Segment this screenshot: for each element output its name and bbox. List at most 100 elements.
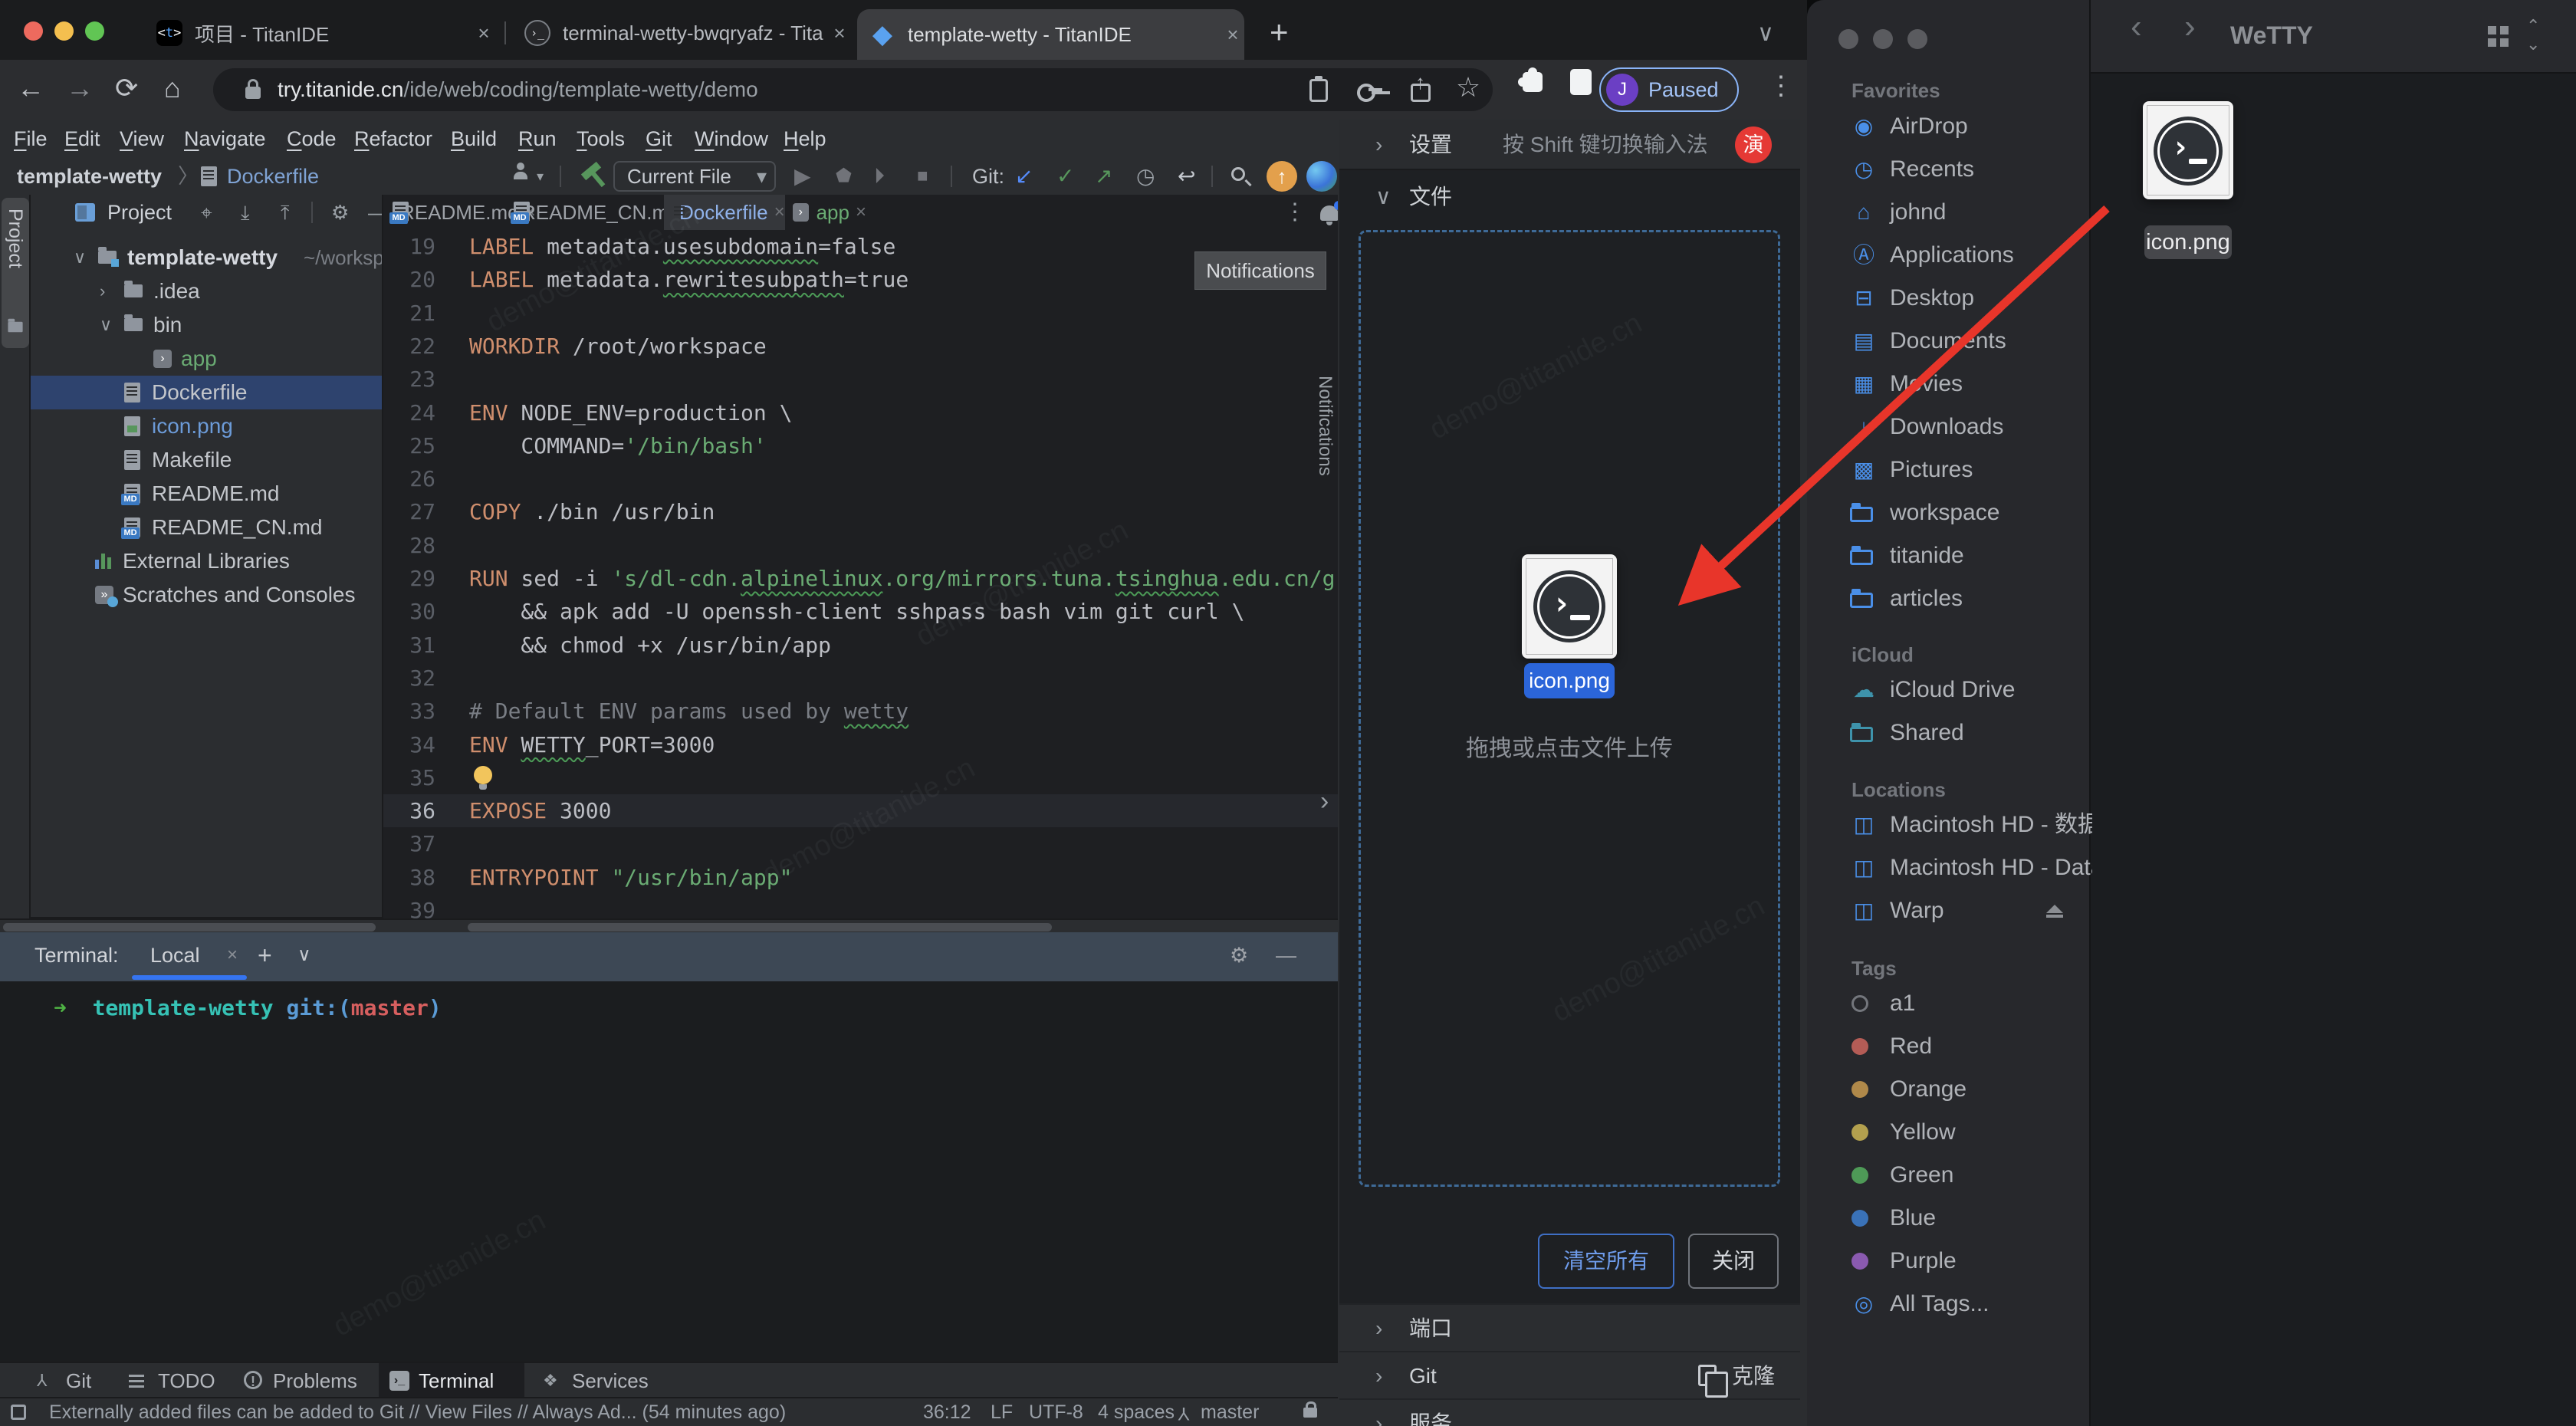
tool-window-button-services[interactable]: ❖Services [532, 1363, 670, 1398]
editor-hscrollbar[interactable] [468, 923, 1052, 932]
code-line-33[interactable]: 33# Default ENV params used by wetty [383, 695, 1338, 728]
history-clock-icon[interactable]: ◷ [1136, 158, 1155, 195]
terminal-dropdown-chevron-icon[interactable]: ∨ [297, 932, 311, 978]
code-line-22[interactable]: 22WORKDIR /root/workspace [383, 330, 1338, 363]
tab-close-icon[interactable]: × [856, 202, 866, 223]
sidebar-item-macintosh-hd-数据[interactable]: ◫Macintosh HD - 数据 [1807, 808, 2089, 842]
code-line-23[interactable]: 23 [383, 363, 1338, 396]
editor-tab-readme-md[interactable]: MDREADME.md× [385, 195, 506, 230]
code-line-26[interactable]: 26 [383, 462, 1338, 495]
git-commit-check-icon[interactable]: ✓ [1056, 158, 1074, 195]
share-icon[interactable] [1411, 84, 1431, 102]
sidebar-item-macintosh-hd-data[interactable]: ◫Macintosh HD - Data [1807, 851, 2089, 885]
tree-item-template-wetty[interactable]: ∨template-wetty ~/workspace [31, 241, 382, 274]
editor-options-kebab-icon[interactable]: ⋮ [1283, 195, 1306, 230]
finder-zoom-button[interactable] [1907, 29, 1927, 49]
menu-item-navigate[interactable]: Navigate [184, 120, 266, 158]
menu-item-file[interactable]: File [14, 120, 48, 158]
password-key-icon[interactable] [1357, 77, 1383, 104]
finder-file-name[interactable]: icon.png [2144, 225, 2232, 259]
browser-tab-3[interactable]: ◆template-wetty - TitanIDE× [857, 9, 1244, 60]
indent-setting[interactable]: 4 spaces [1098, 1398, 1175, 1426]
tree-item-dockerfile[interactable]: Dockerfile [31, 376, 382, 409]
terminal-output[interactable]: ➜ template-wetty git:(master) [0, 981, 1338, 1362]
tree-item-makefile[interactable]: Makefile [31, 443, 382, 477]
minimize-window-button[interactable] [54, 21, 74, 41]
finder-minimize-button[interactable] [1873, 29, 1893, 49]
demo-badge[interactable]: 演 [1735, 127, 1772, 163]
sidebar-item-movies[interactable]: ▦Movies [1807, 367, 2089, 401]
menu-item-build[interactable]: Build [451, 120, 497, 158]
uploaded-file-thumbnail[interactable]: › [1522, 554, 1617, 659]
stop-icon[interactable]: ■ [917, 158, 928, 195]
tree-item-readme-md[interactable]: MDREADME.md [31, 477, 382, 511]
ide-gradient-icon[interactable] [1306, 161, 1337, 192]
code-line-25[interactable]: 25 COMMAND='/bin/bash' [383, 429, 1338, 462]
browser-tab-2[interactable]: ›_terminal-wetty-bwqryafz - Tita× [512, 11, 851, 55]
code-line-34[interactable]: 34ENV WETTY_PORT=3000 [383, 728, 1338, 761]
upload-circle-icon[interactable]: ↑ [1267, 161, 1297, 192]
new-terminal-icon[interactable]: + [258, 932, 272, 978]
sidebar-item-blue[interactable]: Blue [1807, 1201, 2089, 1235]
sidebar-item-johnd[interactable]: ⌂johnd [1807, 196, 2089, 229]
tab-search-chevron-icon[interactable]: ∨ [1757, 20, 1774, 47]
tree-item-bin[interactable]: ∨bin [31, 308, 382, 342]
menu-item-view[interactable]: View [120, 120, 164, 158]
intention-bulb-icon[interactable] [474, 766, 492, 784]
terminal-minimize-icon[interactable]: — [1276, 932, 1296, 978]
browser-menu-icon[interactable]: ⋮ [1768, 71, 1794, 101]
git-update-icon[interactable]: ↙ [1015, 158, 1033, 195]
sidebar-item-pictures[interactable]: ▩Pictures [1807, 453, 2089, 487]
git-branch-name[interactable]: master [1201, 1398, 1259, 1426]
sidebar-item-titanide[interactable]: titanide [1807, 539, 2089, 573]
gear-icon[interactable]: ⚙ [331, 195, 349, 230]
view-options-chevrons-icon[interactable]: ⌃⌄ [2526, 17, 2540, 54]
clear-all-button[interactable]: 清空所有 [1538, 1234, 1674, 1289]
code-line-24[interactable]: 24ENV NODE_ENV=production \ [383, 396, 1338, 429]
close-window-button[interactable] [24, 21, 43, 41]
code-line-39[interactable]: 39 [383, 894, 1338, 918]
status-window-icon[interactable] [11, 1405, 26, 1420]
expand-editor-chevron-icon[interactable]: › [1320, 787, 1329, 816]
profiler-icon[interactable]: ⏵ [874, 158, 885, 195]
code-line-32[interactable]: 32 [383, 662, 1338, 695]
terminal-tab-local[interactable]: Local [150, 932, 200, 978]
panel-section-git[interactable]: ›Git克隆 [1339, 1351, 1800, 1398]
tree-item-external-libraries[interactable]: External Libraries [31, 544, 382, 578]
locate-file-icon[interactable]: ⌖ [201, 195, 212, 230]
browser-tab-1[interactable]: <t>项目 - TitanIDE× [144, 11, 495, 55]
sidebar-item-orange[interactable]: Orange [1807, 1073, 2089, 1106]
terminal-tab-close-icon[interactable]: × [227, 932, 238, 978]
run-icon[interactable]: ▶ [794, 158, 811, 195]
tab-close-icon[interactable]: × [1221, 23, 1244, 47]
tree-item--idea[interactable]: ›.idea [31, 274, 382, 308]
side-panel-icon[interactable] [1570, 69, 1592, 95]
tool-window-button-terminal[interactable]: ›_Terminal [379, 1363, 524, 1398]
tree-item-scratches-and-consoles[interactable]: »Scratches and Consoles [31, 578, 382, 612]
finder-file-icon[interactable]: › [2143, 101, 2233, 199]
menu-item-help[interactable]: Help [784, 120, 826, 158]
sidebar-item-airdrop[interactable]: ◉AirDrop [1807, 110, 2089, 143]
sidebar-item-a1[interactable]: a1 [1807, 987, 2089, 1020]
close-button[interactable]: 关闭 [1688, 1234, 1779, 1289]
sidebar-item-desktop[interactable]: ⊟Desktop [1807, 281, 2089, 315]
undo-icon[interactable]: ↩ [1178, 158, 1195, 195]
breadcrumb-file[interactable]: Dockerfile [227, 158, 319, 195]
zoom-window-button[interactable] [85, 21, 104, 41]
debug-bug-icon[interactable]: ⬟ [836, 158, 852, 195]
menu-item-window[interactable]: Window [695, 120, 768, 158]
status-message[interactable]: Externally added files can be added to G… [49, 1398, 786, 1426]
back-icon[interactable]: ← [17, 72, 44, 104]
files-section-row[interactable]: ∨ 文件 [1339, 172, 1800, 222]
line-ending[interactable]: LF [991, 1398, 1013, 1426]
sidebar-item-purple[interactable]: Purple [1807, 1244, 2089, 1278]
code-line-38[interactable]: 38ENTRYPOINT "/usr/bin/app" [383, 861, 1338, 894]
tab-close-icon[interactable]: × [828, 21, 851, 45]
code-line-30[interactable]: 30 && apk add -U openssh-client sshpass … [383, 595, 1338, 628]
finder-back-icon[interactable]: ‹ [2131, 8, 2142, 46]
project-stripe-tab[interactable]: Project [2, 198, 29, 348]
new-tab-button[interactable]: + [1270, 14, 1289, 51]
settings-section-row[interactable]: › 设置 按 Shift 键切换输入法 演 [1339, 120, 1800, 170]
menu-item-refactor[interactable]: Refactor [354, 120, 432, 158]
menu-item-code[interactable]: Code [287, 120, 337, 158]
